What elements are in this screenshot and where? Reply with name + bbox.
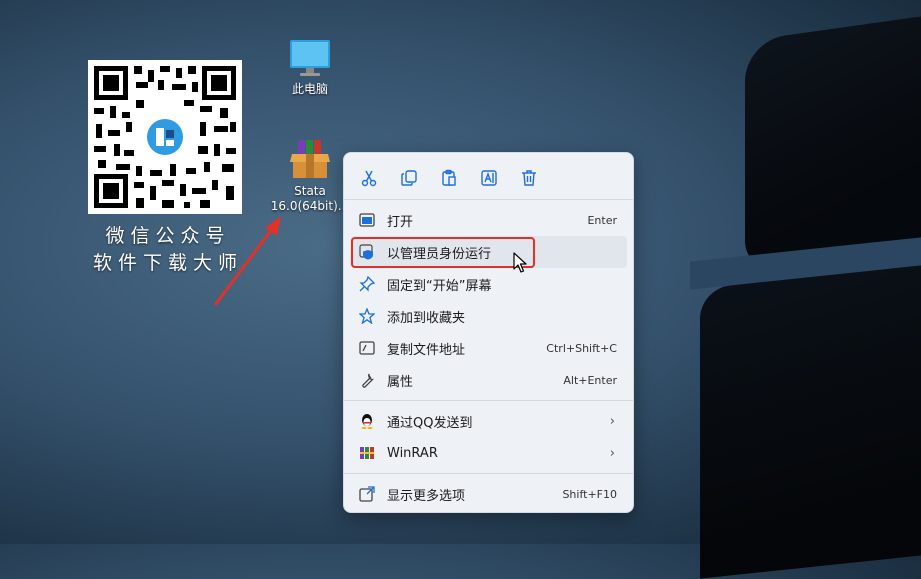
desktop-icon-this-pc[interactable]: 此电脑 <box>270 38 350 97</box>
menu-item-label: WinRAR <box>387 445 438 461</box>
menu-item-shortcut: Shift+F10 <box>562 487 617 501</box>
copy-button[interactable] <box>396 165 422 191</box>
menu-separator <box>344 400 633 401</box>
chevron-right-icon: › <box>609 413 615 429</box>
delete-button[interactable] <box>516 165 542 191</box>
chevron-right-icon: › <box>609 445 615 461</box>
menu-item-label: 固定到“开始”屏幕 <box>387 278 492 294</box>
context-menu: 打开 Enter 以管理员身份运行 固定到“开始”屏幕 添加到收藏夹 复制文件地… <box>343 152 634 513</box>
qq-icon <box>361 414 373 429</box>
menu-item-properties[interactable]: 属性 Alt+Enter <box>344 364 633 396</box>
paste-button[interactable] <box>436 165 462 191</box>
qr-code-image <box>88 60 242 214</box>
menu-item-pin-to-start[interactable]: 固定到“开始”屏幕 <box>344 268 633 300</box>
open-icon <box>359 213 375 227</box>
rename-icon <box>481 170 497 186</box>
menu-separator <box>344 473 633 474</box>
mouse-cursor-icon <box>513 252 527 273</box>
delete-icon <box>522 170 536 186</box>
pin-icon <box>359 276 375 292</box>
more-options-icon <box>359 486 375 502</box>
menu-item-winrar[interactable]: WinRAR › <box>344 437 633 469</box>
menu-item-add-to-favorites[interactable]: 添加到收藏夹 <box>344 300 633 332</box>
monitor-icon <box>290 40 330 76</box>
copy-path-icon <box>359 341 375 355</box>
winrar-icon <box>360 447 374 459</box>
menu-item-label: 添加到收藏夹 <box>387 310 466 326</box>
annotation-arrow <box>213 216 281 306</box>
cut-button[interactable] <box>356 165 382 191</box>
wallpaper-logo-top <box>745 8 921 272</box>
menu-item-shortcut: Alt+Enter <box>563 373 617 387</box>
copy-icon <box>401 170 417 186</box>
rename-button[interactable] <box>476 165 502 191</box>
context-menu-toolbar <box>344 153 633 189</box>
wallpaper-logo-bottom <box>700 261 921 579</box>
desktop-icon-label: 此电脑 <box>291 82 328 96</box>
menu-item-label: 打开 <box>387 214 414 230</box>
paste-icon <box>442 169 456 186</box>
cut-icon <box>361 170 377 187</box>
star-icon <box>359 308 375 324</box>
desktop-icon-label-line1: Stata <box>294 184 326 198</box>
menu-item-label: 复制文件地址 <box>387 342 466 358</box>
wrench-icon <box>362 373 374 388</box>
shield-icon <box>359 244 373 260</box>
menu-item-run-as-admin[interactable]: 以管理员身份运行 <box>350 236 627 268</box>
menu-item-label: 属性 <box>387 374 414 390</box>
menu-item-send-via-qq[interactable]: 通过QQ发送到 › <box>344 405 633 437</box>
menu-item-label: 通过QQ发送到 <box>387 415 473 431</box>
menu-item-label: 显示更多选项 <box>387 488 466 504</box>
desktop-icon-stata[interactable]: Stata 16.0(64bit)... <box>270 138 350 214</box>
menu-item-shortcut: Enter <box>587 213 617 227</box>
menu-item-copy-path[interactable]: 复制文件地址 Ctrl+Shift+C <box>344 332 633 364</box>
menu-item-shortcut: Ctrl+Shift+C <box>546 341 617 355</box>
menu-item-show-more-options[interactable]: 显示更多选项 Shift+F10 <box>344 478 633 510</box>
winrar-package-icon <box>290 140 330 178</box>
menu-item-open[interactable]: 打开 Enter <box>344 204 633 236</box>
menu-item-label: 以管理员身份运行 <box>387 246 492 262</box>
